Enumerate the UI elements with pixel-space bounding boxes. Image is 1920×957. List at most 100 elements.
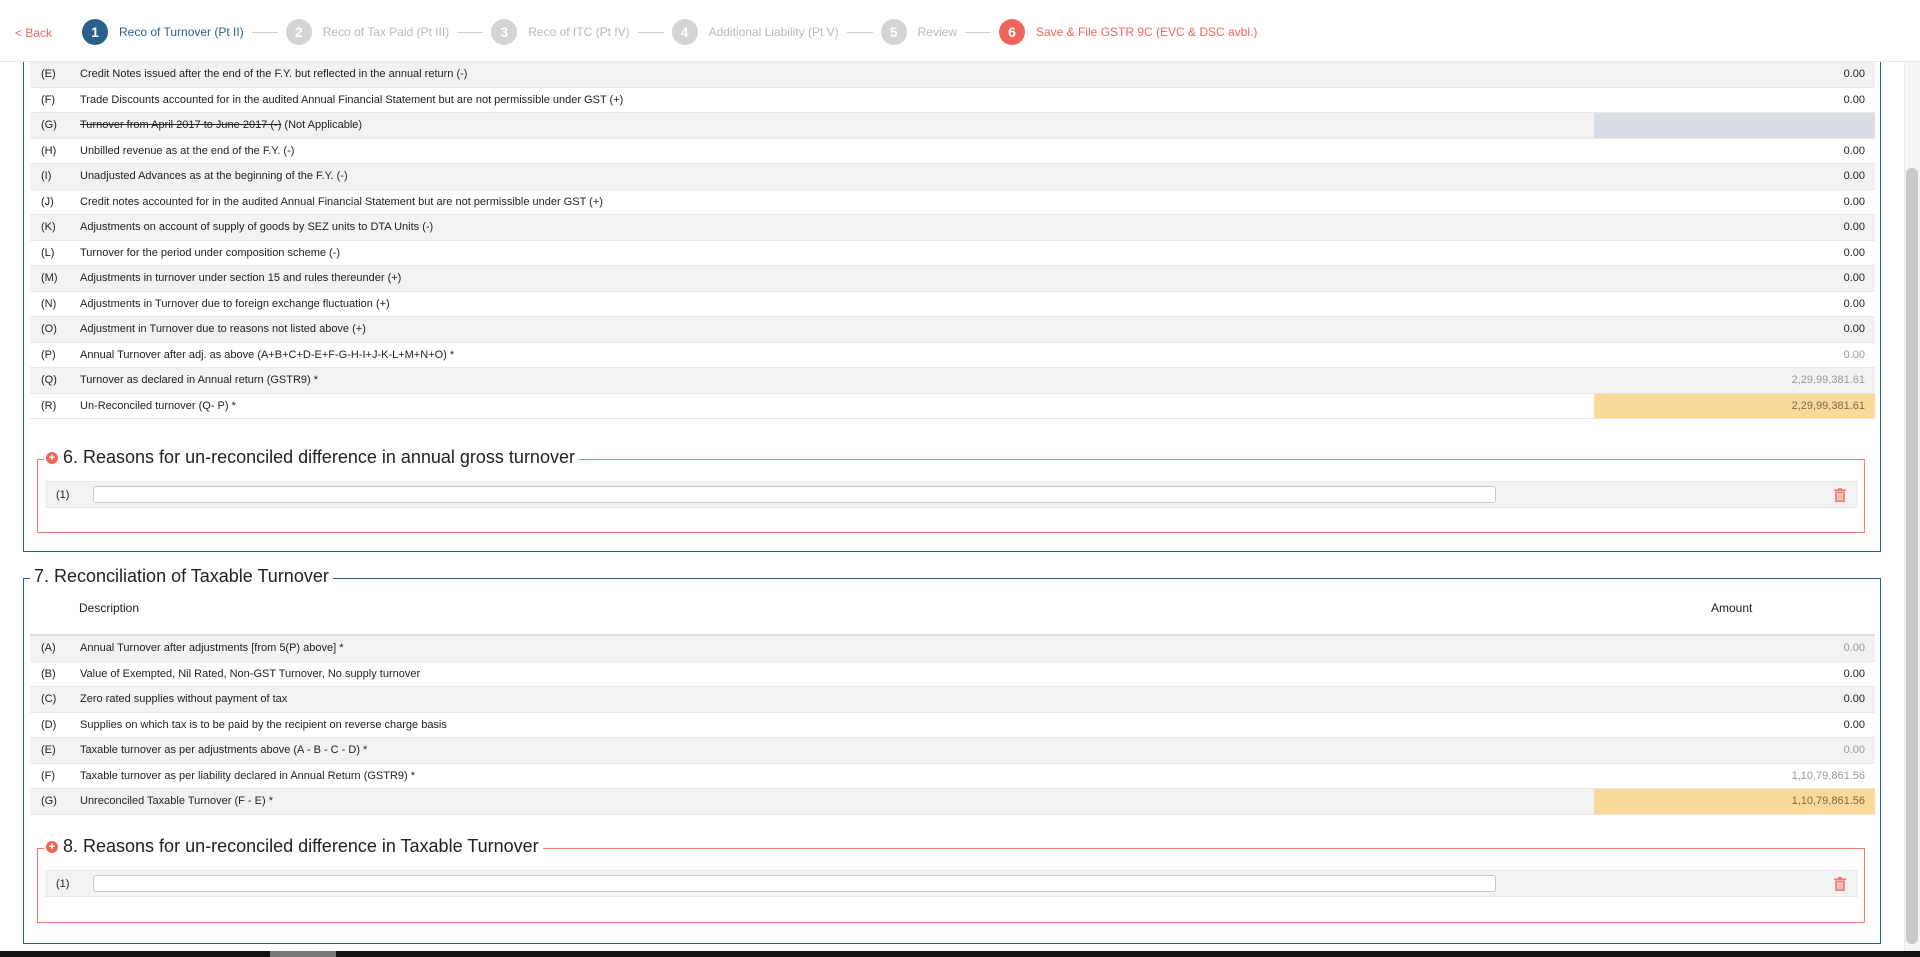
step-label: Save & File GSTR 9C (EVC & DSC avbl.) [1036, 25, 1258, 39]
step-connector [251, 31, 278, 33]
table-row: (F) Taxable turnover as per liability de… [30, 764, 1875, 789]
row-amount-computed: 2,29,99,381.61 [1791, 374, 1865, 387]
table-row: (I) Unadjusted Advances as at the beginn… [30, 164, 1875, 190]
table-row: (H) Unbilled revenue as at the end of th… [30, 139, 1875, 164]
row-amount[interactable]: 0.00 [1594, 317, 1875, 342]
row-description: Annual Turnover after adj. as above (A+B… [80, 348, 455, 361]
wizard-header: < Back 1 Reco of Turnover (Pt II) 2 Reco… [0, 0, 1920, 62]
step-number: 5 [880, 19, 907, 45]
row-description: Adjustments on account of supply of good… [80, 221, 434, 234]
row-description: Value of Exempted, Nil Rated, Non-GST Tu… [80, 667, 421, 680]
row-description-note: (Not Applicable) [281, 119, 363, 132]
row-description: Annual Turnover after adjustments [from … [80, 642, 344, 655]
row-amount[interactable]: 0.00 [1594, 713, 1875, 738]
table-row: (K) Adjustments on account of supply of … [30, 215, 1875, 241]
row-code: (J) [41, 195, 54, 208]
row-amount[interactable]: 0.00 [1594, 88, 1875, 113]
row-description: Credit notes accounted for in the audite… [80, 195, 603, 208]
row-description: Zero rated supplies without payment of t… [80, 693, 288, 706]
row-code: (O) [41, 323, 57, 336]
row-code: (F) [41, 769, 56, 782]
add-reason-icon[interactable]: + [46, 840, 58, 853]
table-row: (J) Credit notes accounted for in the au… [30, 190, 1875, 215]
row-amount-highlight: 2,29,99,381.61 [1594, 393, 1875, 418]
row-code: (D) [41, 718, 57, 731]
scrollbar-thumb[interactable] [1906, 168, 1918, 944]
step-reco-tax-paid[interactable]: 2 Reco of Tax Paid (Pt III) [285, 19, 450, 45]
trash-icon[interactable] [1834, 877, 1846, 891]
row-description: Supplies on which tax is to be paid by t… [80, 718, 447, 731]
back-link[interactable]: < Back [15, 26, 52, 40]
row-description: Turnover from April 2017 to June 2017 (-… [80, 119, 1594, 131]
section-title-text: 6. Reasons for un-reconciled difference … [63, 447, 575, 467]
table-row: (R) Un-Reconciled turnover (Q- P) * 2,29… [30, 393, 1875, 419]
step-number: 6 [999, 19, 1025, 45]
row-code: (I) [41, 170, 52, 183]
step-connector [846, 31, 873, 33]
table-row: (O) Adjustment in Turnover due to reason… [30, 317, 1875, 343]
table-row: (L) Turnover for the period under compos… [30, 241, 1875, 266]
step-connector [965, 31, 991, 33]
row-code: (R) [41, 399, 57, 412]
table-row: (E) Credit Notes issued after the end of… [30, 62, 1875, 88]
step-label: Reco of ITC (Pt IV) [528, 25, 630, 39]
row-code: (Q) [41, 374, 57, 387]
step-number: 2 [285, 19, 312, 45]
reason-row: (1) [45, 481, 1858, 508]
step-label: Review [917, 25, 957, 39]
step-save-file[interactable]: 6 Save & File GSTR 9C (EVC & DSC avbl.) [999, 19, 1257, 45]
row-code: (B) [41, 667, 56, 680]
section-6-reasons: + 6. Reasons for un-reconciled differenc… [37, 447, 1865, 533]
step-reco-turnover[interactable]: 1 Reco of Turnover (Pt II) [82, 19, 244, 45]
table-row: (C) Zero rated supplies without payment … [30, 687, 1875, 713]
table-row: (B) Value of Exempted, Nil Rated, Non-GS… [30, 662, 1875, 687]
row-amount[interactable]: 0.00 [1594, 687, 1875, 712]
row-description: Unreconciled Taxable Turnover (F - E) * [80, 795, 273, 808]
section-8-reasons: + 8. Reasons for un-reconciled differenc… [37, 836, 1865, 923]
row-code: (G) [41, 795, 57, 808]
row-amount[interactable]: 0.00 [1594, 139, 1875, 164]
row-code: (N) [41, 297, 57, 310]
trash-icon[interactable] [1834, 488, 1846, 502]
row-amount-highlight: 1,10,79,861.56 [1594, 789, 1875, 814]
row-description: Credit Notes issued after the end of the… [80, 68, 468, 81]
table-header: Description Amount [30, 582, 1875, 636]
reason-row: (1) [45, 870, 1858, 897]
taskbar-marker [270, 951, 336, 957]
row-description: Unbilled revenue as at the end of the F.… [80, 144, 295, 157]
table-row: (D) Supplies on which tax is to be paid … [30, 713, 1875, 738]
step-reco-itc[interactable]: 3 Reco of ITC (Pt IV) [491, 19, 630, 45]
row-amount[interactable]: 0.00 [1594, 190, 1875, 215]
step-number: 1 [82, 19, 108, 45]
step-number: 3 [491, 19, 518, 45]
row-amount[interactable]: 0.00 [1594, 62, 1875, 87]
row-code: (A) [41, 642, 56, 655]
row-description: Taxable turnover as per liability declar… [80, 769, 416, 782]
row-amount[interactable]: 0.00 [1594, 164, 1875, 189]
step-review[interactable]: 5 Review [880, 19, 957, 45]
step-label: Reco of Tax Paid (Pt III) [322, 25, 450, 39]
row-code: (E) [41, 744, 56, 757]
row-description: Adjustments in turnover under section 15… [80, 272, 402, 285]
row-amount[interactable]: 0.00 [1594, 241, 1875, 266]
row-amount[interactable]: 0.00 [1594, 662, 1875, 687]
add-reason-icon[interactable]: + [46, 451, 58, 464]
step-connector [457, 31, 484, 33]
row-amount[interactable]: 0.00 [1594, 266, 1875, 291]
row-amount[interactable]: 0.00 [1594, 292, 1875, 317]
table-row: (M) Adjustments in turnover under sectio… [30, 266, 1875, 292]
row-description: Turnover for the period under compositio… [80, 246, 341, 259]
reason-input[interactable] [93, 875, 1496, 892]
table-row: (E) Taxable turnover as per adjustments … [30, 738, 1875, 764]
header-description: Description [79, 601, 140, 615]
table-row: (A) Annual Turnover after adjustments [f… [30, 636, 1875, 662]
row-code: (H) [41, 144, 57, 157]
table-row: (N) Adjustments in Turnover due to forei… [30, 292, 1875, 317]
reason-code: (1) [56, 488, 70, 501]
row-code: (P) [41, 348, 56, 361]
step-label: Reco of Turnover (Pt II) [119, 25, 244, 39]
section-6-title: + 6. Reasons for un-reconciled differenc… [44, 447, 579, 468]
step-additional-liability[interactable]: 4 Additional Liability (Pt V) [671, 19, 839, 45]
row-amount[interactable]: 0.00 [1594, 215, 1875, 240]
reason-input[interactable] [93, 486, 1496, 503]
